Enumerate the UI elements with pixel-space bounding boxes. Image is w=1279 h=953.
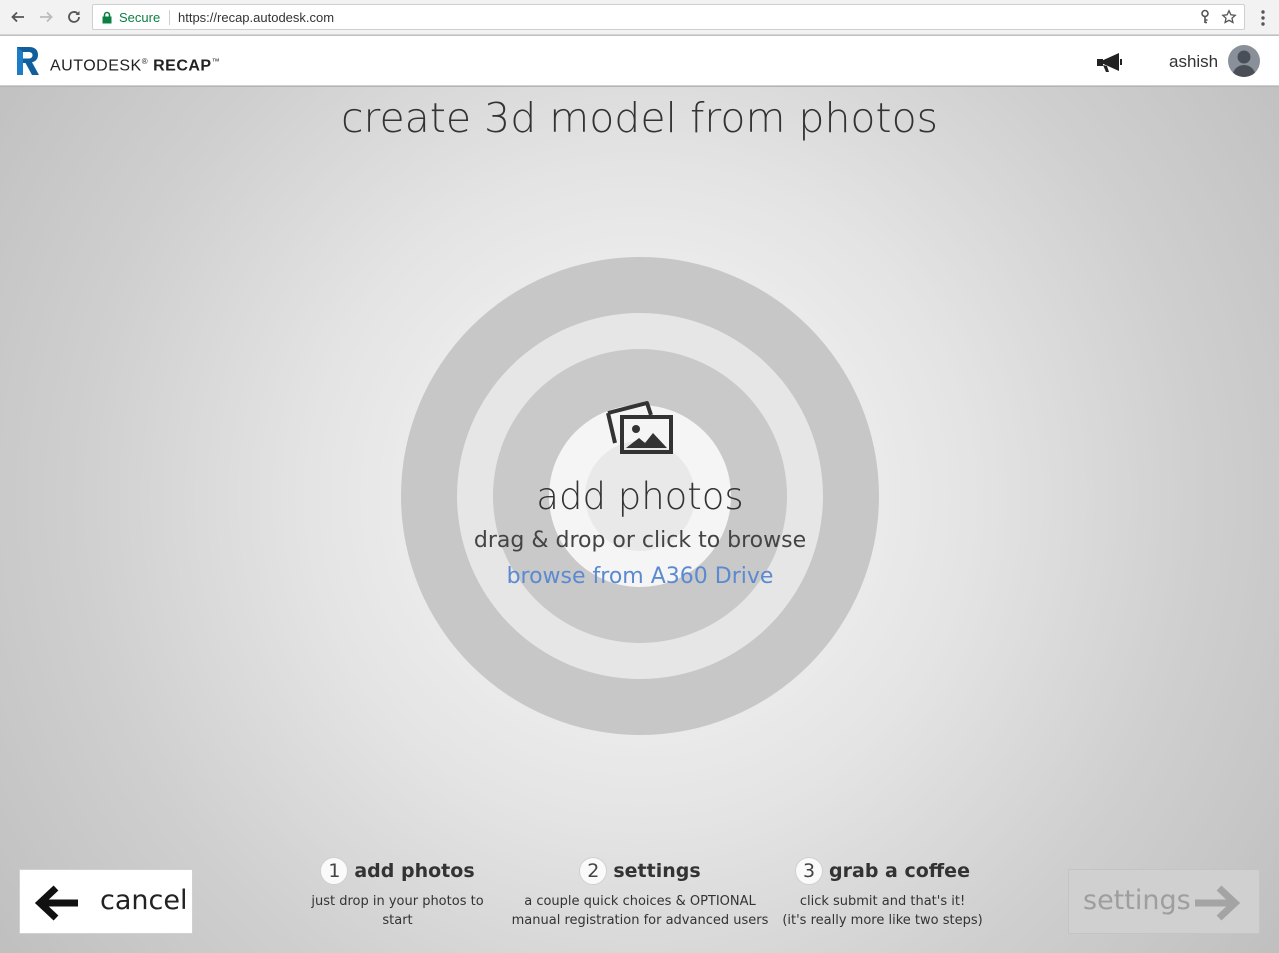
user-icon [1232, 50, 1256, 77]
username[interactable]: ashish [1169, 51, 1218, 73]
step-description: click submit and that's it! (it's really… [780, 892, 985, 930]
step-number: 2 [579, 857, 608, 885]
arrow-left-icon [34, 885, 78, 921]
step-title: settings [613, 860, 701, 882]
step-desc-line: manual registration for advanced users [511, 913, 769, 928]
step-head: 1 add photos [295, 856, 500, 886]
address-bar[interactable]: Secure https://recap.autodesk.com [92, 4, 1245, 30]
secure-label: Secure [119, 10, 161, 25]
step-description: a couple quick choices & OPTIONAL manual… [510, 892, 770, 930]
page-title: create 3d model from photos [340, 94, 939, 142]
step-number: 3 [795, 857, 824, 885]
omnibox-divider [169, 10, 170, 25]
step-description: just drop in your photos to start [295, 892, 500, 930]
photos-icon [606, 401, 673, 454]
drop-hint: drag & drop or click to browse [473, 528, 807, 553]
step-number: 1 [320, 857, 349, 885]
brand-name: AUTODESK® RECAP™ [50, 57, 221, 75]
reload-icon [68, 11, 80, 23]
step-desc-line: (it's really more like two steps) [782, 913, 983, 928]
browser-toolbar: Secure https://recap.autodesk.com [0, 0, 1279, 35]
step-head: 2 settings [510, 856, 770, 886]
avatar[interactable] [1228, 45, 1260, 77]
forward-button[interactable] [35, 6, 57, 28]
step-desc-line: a couple quick choices & OPTIONAL [524, 894, 756, 909]
add-photos-title: add photos [536, 475, 744, 518]
cancel-button[interactable]: cancel [19, 869, 193, 934]
step-head: 3 grab a coffee [780, 856, 985, 886]
step-grab-coffee: 3 grab a coffee click submit and that's … [780, 856, 985, 930]
url-text[interactable]: https://recap.autodesk.com [178, 9, 334, 26]
arrow-right-icon [1195, 885, 1241, 921]
app-header: AUTODESK® RECAP™ ashish [0, 36, 1279, 86]
settings-next-button[interactable]: settings [1068, 869, 1260, 934]
key-icon[interactable] [1197, 9, 1213, 25]
step-settings: 2 settings a couple quick choices & OPTI… [510, 856, 770, 930]
brand-autodesk: AUTODESK [50, 57, 142, 75]
brand-recap: RECAP [153, 57, 212, 75]
recap-logo-icon[interactable] [14, 45, 42, 77]
photo-drop-zone[interactable]: add photos drag & drop or click to brows… [440, 387, 840, 607]
step-title: add photos [354, 860, 475, 882]
reload-button[interactable] [63, 6, 85, 28]
more-vert-icon[interactable] [1255, 8, 1271, 28]
megaphone-icon[interactable] [1096, 50, 1126, 74]
step-desc-line: just drop in your photos to start [311, 894, 484, 928]
cancel-label: cancel [100, 885, 188, 916]
arrow-left-icon [11, 11, 24, 23]
browse-a360-link[interactable]: browse from A360 Drive [480, 564, 800, 589]
star-icon[interactable] [1221, 9, 1237, 25]
main-area: create 3d model from photos add photos d… [0, 87, 1279, 953]
step-title: grab a coffee [829, 860, 970, 882]
arrow-right-icon [40, 11, 53, 23]
step-add-photos: 1 add photos just drop in your photos to… [295, 856, 500, 930]
next-label: settings [1083, 885, 1191, 916]
step-desc-line: click submit and that's it! [799, 894, 966, 909]
lock-icon [102, 11, 112, 24]
back-button[interactable] [7, 6, 29, 28]
